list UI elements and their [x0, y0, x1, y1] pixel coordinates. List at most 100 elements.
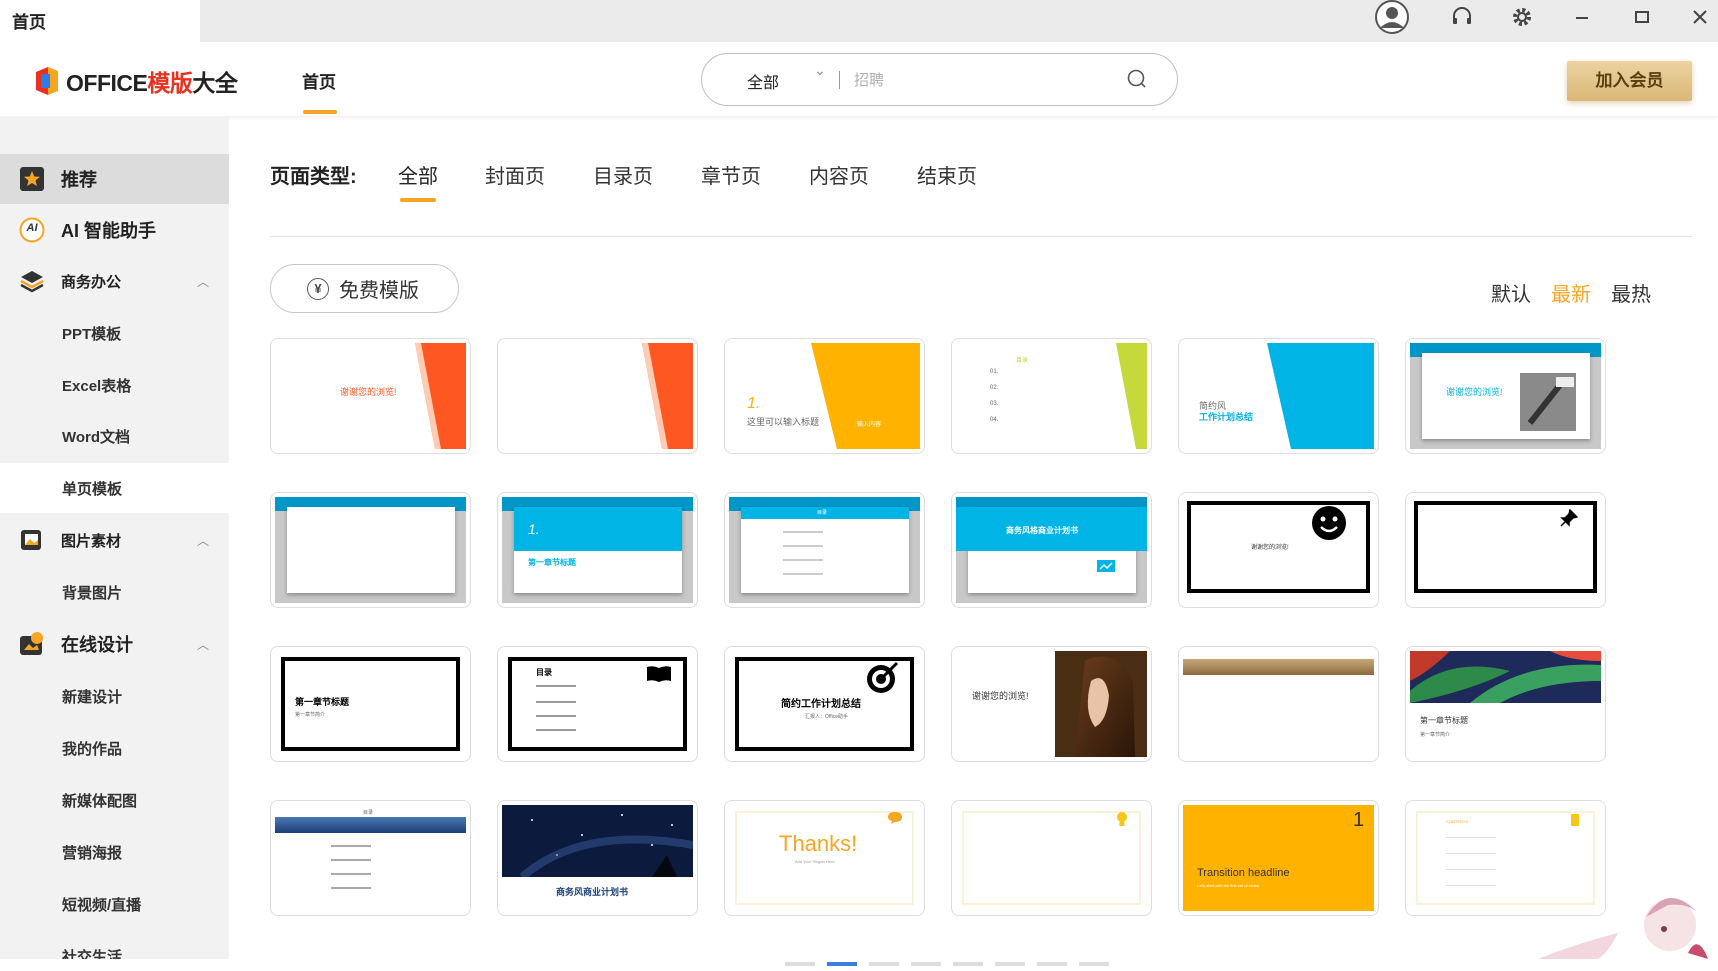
- sidebar-item-ppt[interactable]: PPT模板: [0, 308, 229, 358]
- template-card[interactable]: [1405, 492, 1606, 608]
- feather-photo: [1410, 651, 1601, 703]
- sidebar-item-excel[interactable]: Excel表格: [0, 360, 229, 410]
- photo-placeholder: [1520, 373, 1576, 431]
- chevron-up-icon[interactable]: ︿: [197, 532, 209, 549]
- chevron-up-icon[interactable]: ︿: [197, 273, 209, 290]
- pin-icon: [1560, 509, 1578, 527]
- sidebar-item-recommend[interactable]: 推荐: [0, 154, 229, 204]
- search-input[interactable]: [854, 66, 1114, 94]
- image-gallery-icon: [18, 526, 46, 554]
- tab-home[interactable]: 首页: [0, 0, 200, 42]
- tab-chapter[interactable]: 章节页: [701, 160, 761, 189]
- speech-bubble-icon: [888, 812, 902, 824]
- search-bar: 全部 ⌄: [701, 53, 1178, 106]
- page-button[interactable]: [869, 962, 899, 966]
- yen-coin-icon: ¥: [307, 277, 329, 300]
- template-card[interactable]: 目录: [270, 800, 471, 916]
- page-button-active[interactable]: [827, 962, 857, 966]
- template-card[interactable]: 目录 01. 02. 03. 04.: [951, 338, 1152, 454]
- sidebar-item-new-media[interactable]: 新媒体配图: [0, 775, 229, 825]
- sidebar-item-backgrounds[interactable]: 背景图片: [0, 567, 229, 617]
- sidebar-item-short-video[interactable]: 短视频/直播: [0, 879, 229, 929]
- tab-content[interactable]: 内容页: [809, 160, 869, 189]
- sort-default[interactable]: 默认: [1491, 278, 1531, 307]
- sidebar-item-word[interactable]: Word文档: [0, 411, 229, 461]
- page-button[interactable]: [785, 962, 815, 966]
- card-number: 1.: [747, 395, 761, 412]
- template-card[interactable]: 商务风商业计划书: [497, 800, 698, 916]
- template-card[interactable]: 1. 这里可以输入标题 输入内容: [724, 338, 925, 454]
- tab-ending[interactable]: 结束页: [917, 160, 977, 189]
- chevron-up-icon[interactable]: ︿: [197, 636, 209, 653]
- template-card[interactable]: Thanks! Add Your Slogan Here: [724, 800, 925, 916]
- template-card[interactable]: 谢谢您的浏览!: [1178, 492, 1379, 608]
- sidebar-item-new-design[interactable]: 新建设计: [0, 671, 229, 721]
- template-card[interactable]: 1 Transition headline Let's start with t…: [1178, 800, 1379, 916]
- app-logo[interactable]: OFFICE模版大全: [34, 64, 238, 98]
- template-card[interactable]: 第一章节标题 第一章节简介: [270, 646, 471, 762]
- minimize-icon[interactable]: [1562, 0, 1602, 34]
- template-card[interactable]: 谢谢您的浏览!: [1405, 338, 1606, 454]
- template-card[interactable]: 谢谢您的浏览!: [951, 646, 1152, 762]
- sidebar-item-marketing-poster[interactable]: 营销海报: [0, 827, 229, 877]
- close-icon[interactable]: [1682, 0, 1718, 34]
- template-card[interactable]: 目录: [724, 492, 925, 608]
- template-card[interactable]: [497, 338, 698, 454]
- template-card[interactable]: [951, 800, 1152, 916]
- tab-toc[interactable]: 目录页: [593, 160, 653, 189]
- app-header: OFFICE模版大全 首页 全部 ⌄ 加入会员: [0, 42, 1718, 116]
- template-card[interactable]: 谢谢您的浏览!: [270, 338, 471, 454]
- template-card[interactable]: [1178, 646, 1379, 762]
- search-category-select[interactable]: 全部: [747, 69, 779, 93]
- page-button[interactable]: [1037, 962, 1067, 966]
- template-card[interactable]: 目录: [497, 646, 698, 762]
- sort-newest[interactable]: 最新: [1551, 278, 1591, 307]
- join-vip-button[interactable]: 加入会员: [1567, 61, 1692, 101]
- maximize-icon[interactable]: [1622, 0, 1662, 34]
- tab-cover[interactable]: 封面页: [485, 160, 545, 189]
- star-bookmark-icon: [18, 165, 46, 193]
- chevron-down-icon[interactable]: ⌄: [814, 62, 826, 79]
- page-button[interactable]: [1079, 962, 1109, 966]
- toc-item: 04.: [990, 417, 999, 423]
- headset-icon[interactable]: [1442, 0, 1482, 34]
- tab-all[interactable]: 全部: [398, 160, 438, 189]
- sidebar-sub-label: 营销海报: [62, 844, 123, 862]
- sidebar-item-my-works[interactable]: 我的作品: [0, 723, 229, 773]
- template-card[interactable]: 简约工作计划总结 汇报人：Office助手: [724, 646, 925, 762]
- sidebar-item-social-life[interactable]: 社交生活: [0, 931, 229, 960]
- nav-active-indicator: [303, 110, 337, 114]
- toc-item: 02.: [990, 385, 999, 391]
- template-card[interactable]: [270, 492, 471, 608]
- nav-home[interactable]: 首页: [302, 68, 336, 93]
- page-button[interactable]: [953, 962, 983, 966]
- sidebar-item-business[interactable]: 商务办公 ︿: [0, 256, 229, 306]
- card-title: 谢谢您的浏览!: [340, 387, 397, 397]
- template-card[interactable]: 第一章节标题 第一章节简介: [1405, 646, 1606, 762]
- mascot-character[interactable]: [1538, 873, 1708, 959]
- gear-icon[interactable]: [1502, 0, 1542, 34]
- card-title: Thanks!: [779, 831, 858, 856]
- presentation-chart-icon: [1097, 560, 1115, 572]
- free-templates-button[interactable]: ¥ 免费模版: [270, 264, 459, 313]
- sidebar-item-single-page[interactable]: 单页模板: [0, 463, 229, 513]
- card-title: 目录: [1016, 358, 1029, 364]
- card-subtitle: 第一章节简介: [1420, 732, 1451, 738]
- template-card[interactable]: 1. 第一章节标题: [497, 492, 698, 608]
- sidebar-item-online-design[interactable]: 在线设计 ︿: [0, 619, 229, 669]
- card-title: 商务风格商业计划书: [1006, 526, 1078, 535]
- template-card[interactable]: 简约风 工作计划总结: [1178, 338, 1379, 454]
- page-button[interactable]: [995, 962, 1025, 966]
- note-icon: [1571, 814, 1579, 826]
- search-icon[interactable]: [1126, 68, 1148, 95]
- user-avatar-icon[interactable]: [1370, 0, 1414, 34]
- sidebar-sub-label: 我的作品: [62, 740, 123, 758]
- sort-hottest[interactable]: 最热: [1611, 278, 1651, 307]
- toc-item: 03.: [990, 401, 999, 407]
- page-button[interactable]: [911, 962, 941, 966]
- sidebar-item-ai[interactable]: AI AI 智能助手: [0, 205, 229, 255]
- lime-slant-shape: [1116, 343, 1147, 449]
- template-card[interactable]: 商务风格商业计划书: [951, 492, 1152, 608]
- card-title: 目录: [363, 810, 374, 816]
- sidebar-item-images[interactable]: 图片素材 ︿: [0, 515, 229, 565]
